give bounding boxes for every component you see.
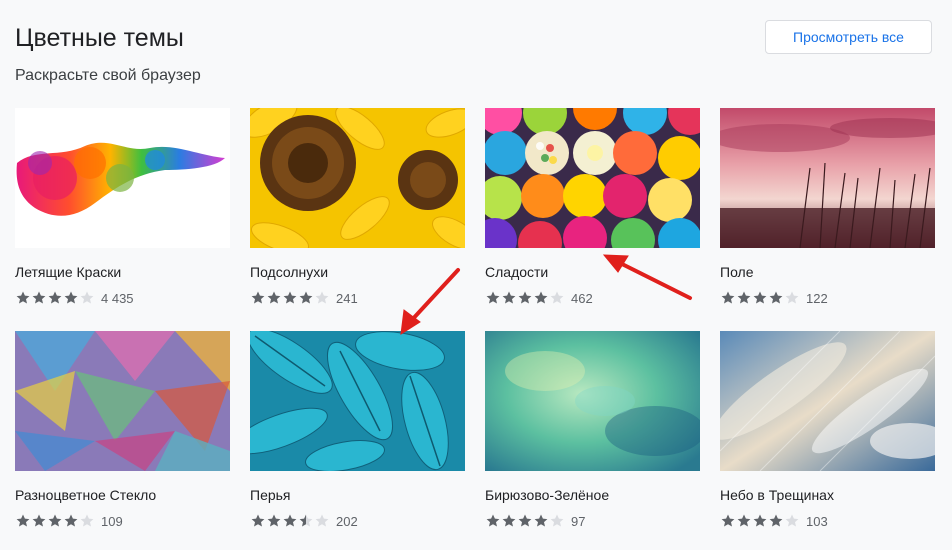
theme-name[interactable]: Бирюзово-Зелёное bbox=[485, 487, 700, 503]
rating: 97 bbox=[485, 513, 700, 529]
star-icon bbox=[486, 291, 500, 304]
star-icon bbox=[299, 514, 313, 527]
rating: 462 bbox=[485, 290, 700, 306]
view-all-button[interactable]: Просмотреть все bbox=[765, 20, 932, 54]
star-icon bbox=[251, 514, 265, 527]
theme-thumbnail[interactable] bbox=[485, 331, 700, 471]
star-icon bbox=[518, 514, 532, 527]
theme-card-multicolor-glass[interactable]: Разноцветное Стекло 109 bbox=[15, 331, 230, 529]
theme-name[interactable]: Сладости bbox=[485, 264, 700, 280]
theme-card-field[interactable]: Поле 122 bbox=[720, 108, 935, 306]
star-icon bbox=[721, 291, 735, 304]
rating-count: 103 bbox=[806, 513, 828, 529]
page-subtitle: Раскрасьте свой браузер bbox=[15, 67, 201, 84]
star-icon bbox=[502, 291, 516, 304]
star-icon bbox=[769, 291, 783, 304]
star-rating bbox=[485, 513, 565, 529]
star-icon bbox=[283, 291, 297, 304]
theme-thumbnail[interactable] bbox=[250, 108, 465, 248]
rating-count: 109 bbox=[101, 513, 123, 529]
star-icon bbox=[753, 514, 767, 527]
star-icon bbox=[80, 291, 94, 304]
star-icon bbox=[550, 291, 564, 304]
theme-name[interactable]: Подсолнухи bbox=[250, 264, 465, 280]
rating-count: 97 bbox=[571, 513, 586, 529]
star-rating bbox=[15, 290, 95, 306]
star-icon bbox=[16, 291, 30, 304]
star-icon bbox=[251, 291, 265, 304]
star-icon bbox=[534, 514, 548, 527]
rating: 241 bbox=[250, 290, 465, 306]
star-icon bbox=[16, 514, 30, 527]
rating-count: 462 bbox=[571, 290, 593, 306]
star-icon bbox=[486, 514, 500, 527]
star-icon bbox=[315, 514, 329, 527]
star-icon bbox=[64, 514, 78, 527]
theme-thumbnail[interactable] bbox=[250, 331, 465, 471]
star-icon bbox=[737, 291, 751, 304]
star-icon bbox=[502, 514, 516, 527]
star-icon bbox=[48, 291, 62, 304]
theme-thumbnail[interactable] bbox=[720, 331, 935, 471]
star-icon bbox=[267, 514, 281, 527]
star-icon bbox=[753, 291, 767, 304]
star-icon bbox=[283, 514, 297, 527]
star-rating bbox=[720, 290, 800, 306]
star-icon bbox=[299, 291, 313, 304]
rating-count: 202 bbox=[336, 513, 358, 529]
star-icon bbox=[769, 514, 783, 527]
rating-count: 241 bbox=[336, 290, 358, 306]
theme-card-sweets[interactable]: Сладости 462 bbox=[485, 108, 700, 306]
star-icon bbox=[48, 514, 62, 527]
star-icon bbox=[550, 514, 564, 527]
rating: 103 bbox=[720, 513, 935, 529]
theme-thumbnail[interactable] bbox=[15, 331, 230, 471]
star-rating bbox=[720, 513, 800, 529]
rating: 122 bbox=[720, 290, 935, 306]
theme-name[interactable]: Поле bbox=[720, 264, 935, 280]
theme-name[interactable]: Летящие Краски bbox=[15, 264, 230, 280]
theme-card-flying-paints[interactable]: Летящие Краски 4 435 bbox=[15, 108, 230, 306]
theme-name[interactable]: Разноцветное Стекло bbox=[15, 487, 230, 503]
theme-card-cracked-sky[interactable]: Небо в Трещинах 103 bbox=[720, 331, 935, 529]
star-rating bbox=[250, 290, 330, 306]
theme-card-turquoise-green[interactable]: Бирюзово-Зелёное 97 bbox=[485, 331, 700, 529]
star-icon bbox=[785, 291, 799, 304]
rating: 109 bbox=[15, 513, 230, 529]
star-icon bbox=[32, 291, 46, 304]
star-rating bbox=[250, 513, 330, 529]
theme-name[interactable]: Перья bbox=[250, 487, 465, 503]
theme-name[interactable]: Небо в Трещинах bbox=[720, 487, 935, 503]
star-rating bbox=[485, 290, 565, 306]
star-icon bbox=[267, 291, 281, 304]
star-icon bbox=[80, 514, 94, 527]
rating-count: 4 435 bbox=[101, 290, 134, 306]
theme-thumbnail[interactable] bbox=[485, 108, 700, 248]
star-rating bbox=[15, 513, 95, 529]
star-icon bbox=[785, 514, 799, 527]
page-title: Цветные темы bbox=[15, 24, 184, 52]
star-icon bbox=[518, 291, 532, 304]
star-icon bbox=[315, 291, 329, 304]
theme-card-sunflowers[interactable]: Подсолнухи 241 bbox=[250, 108, 465, 306]
theme-thumbnail[interactable] bbox=[720, 108, 935, 248]
theme-thumbnail[interactable] bbox=[15, 108, 230, 248]
star-icon bbox=[534, 291, 548, 304]
star-icon bbox=[32, 514, 46, 527]
rating: 4 435 bbox=[15, 290, 230, 306]
star-icon bbox=[721, 514, 735, 527]
star-icon bbox=[64, 291, 78, 304]
rating-count: 122 bbox=[806, 290, 828, 306]
rating: 202 bbox=[250, 513, 465, 529]
theme-card-feathers[interactable]: Перья 202 bbox=[250, 331, 465, 529]
star-icon bbox=[737, 514, 751, 527]
